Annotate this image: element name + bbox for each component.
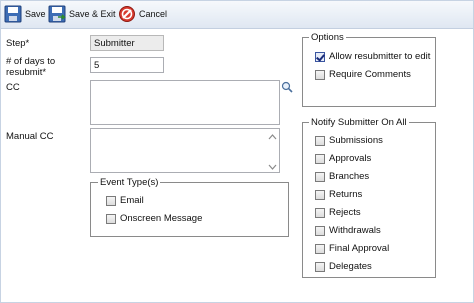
days-to-resubmit-input[interactable]: 5: [90, 57, 164, 73]
checkbox-box[interactable]: [106, 195, 116, 206]
step-label: Step*: [6, 38, 30, 49]
step-field: Submitter: [90, 35, 164, 51]
manual-cc-label: Manual CC: [6, 131, 54, 142]
cc-label: CC: [6, 82, 20, 93]
checkbox-submissions[interactable]: Submissions: [315, 135, 383, 146]
checkbox-label: Delegates: [329, 261, 372, 272]
cancel-label: Cancel: [139, 9, 168, 19]
manual-cc-input[interactable]: [90, 128, 280, 173]
checkbox-label: Withdrawals: [329, 225, 381, 236]
checkbox-label: Returns: [329, 189, 363, 200]
checkbox-box[interactable]: [315, 261, 325, 272]
checkbox-allow-resubmitter-to-edit[interactable]: Allow resubmitter to edit: [315, 51, 430, 62]
checkbox-box[interactable]: [315, 171, 325, 182]
checkbox-label: Rejects: [329, 207, 361, 218]
scroll-down-icon[interactable]: [268, 162, 277, 170]
cancel-icon: [118, 5, 136, 23]
toolbar: Save Save & Exit Cancel: [0, 0, 474, 29]
checkbox-label: Branches: [329, 171, 370, 182]
checkbox-withdrawals[interactable]: Withdrawals: [315, 225, 381, 236]
scroll-up-icon[interactable]: [268, 132, 277, 140]
checkbox-box[interactable]: [315, 51, 325, 62]
checkbox-label: Submissions: [329, 135, 383, 146]
checkbox-label: Email: [120, 195, 144, 206]
checkbox-delegates[interactable]: Delegates: [315, 261, 372, 272]
checkbox-box[interactable]: [315, 189, 325, 200]
days-label-line1: # of days to: [6, 56, 56, 67]
checkbox-rejects[interactable]: Rejects: [315, 207, 361, 218]
event-types-title: Event Type(s): [98, 177, 161, 188]
checkbox-returns[interactable]: Returns: [315, 189, 362, 200]
checkbox-approvals[interactable]: Approvals: [315, 153, 371, 164]
save-button[interactable]: Save: [4, 3, 46, 25]
checkbox-box[interactable]: [106, 213, 116, 224]
checkbox-label: Require Comments: [329, 69, 411, 80]
checkbox-onscreen-message[interactable]: Onscreen Message: [106, 213, 202, 224]
checkbox-label: Allow resubmitter to edit: [329, 51, 431, 62]
options-title: Options: [309, 32, 346, 43]
checkbox-label: Onscreen Message: [120, 213, 203, 224]
cancel-button[interactable]: Cancel: [118, 3, 167, 25]
floppy-disk-icon: [4, 5, 22, 23]
save-label: Save: [25, 9, 46, 19]
checkbox-require-comments[interactable]: Require Comments: [315, 69, 411, 80]
event-types-group: [90, 182, 289, 237]
checkbox-label: Approvals: [329, 153, 372, 164]
checkbox-box[interactable]: [315, 153, 325, 164]
cc-input[interactable]: [90, 80, 280, 125]
checkbox-email[interactable]: Email: [106, 195, 144, 206]
checkbox-box[interactable]: [315, 207, 325, 218]
checkbox-box[interactable]: [315, 69, 325, 80]
checkbox-label: Final Approval: [329, 243, 390, 254]
search-icon[interactable]: [281, 81, 293, 93]
days-label-line2: resubmit*: [6, 67, 47, 78]
checkbox-branches[interactable]: Branches: [315, 171, 369, 182]
save-exit-button[interactable]: Save & Exit: [48, 3, 116, 25]
floppy-disk-exit-icon: [48, 5, 66, 23]
save-exit-label: Save & Exit: [69, 9, 116, 19]
checkbox-box[interactable]: [315, 135, 325, 146]
checkbox-box[interactable]: [315, 243, 325, 254]
checkbox-box[interactable]: [315, 225, 325, 236]
notify-submitter-title: Notify Submitter On All: [309, 117, 409, 128]
checkbox-final-approval[interactable]: Final Approval: [315, 243, 389, 254]
